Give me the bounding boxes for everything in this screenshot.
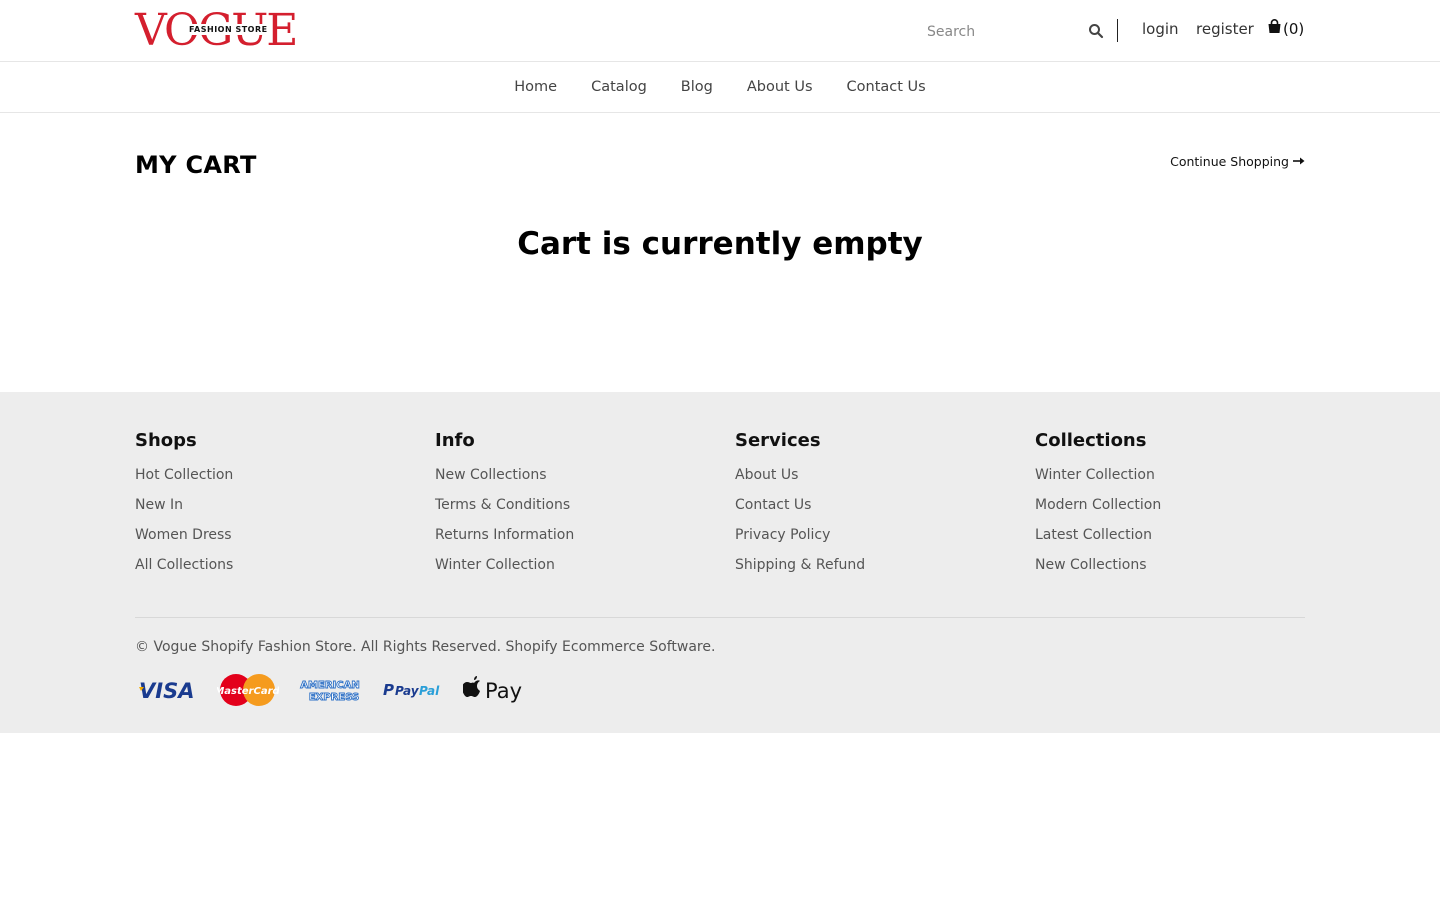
register-link[interactable]: register	[1196, 20, 1254, 38]
search-box	[920, 18, 1110, 46]
login-link[interactable]: login	[1142, 20, 1179, 38]
footer-column-services: Services About Us Contact Us Privacy Pol…	[735, 430, 1035, 585]
mastercard-icon: MasterCard	[217, 672, 279, 708]
nav-about-us[interactable]: About Us	[747, 79, 813, 95]
continue-shopping-link[interactable]: Continue Shopping	[1170, 154, 1305, 169]
footer-column-shops: Shops Hot Collection New In Women Dress …	[135, 430, 435, 585]
brand-logo[interactable]: VOGUE FASHION STORE	[135, 9, 298, 53]
footer-link[interactable]: Shipping & Refund	[735, 555, 1035, 585]
logo-subtitle: FASHION STORE	[185, 24, 272, 35]
page-title: MY CART	[135, 151, 257, 179]
american-express-icon: AMERICAN EXPRESS	[299, 672, 361, 708]
payment-methods: VISA MasterCard AMERICAN EXPRESS P Pay P…	[135, 672, 525, 708]
site-header: VOGUE FASHION STORE login register (0)	[0, 0, 1440, 62]
empty-cart-message: Cart is currently empty	[517, 226, 923, 262]
cart-count: (0)	[1283, 19, 1305, 38]
search-icon[interactable]	[1088, 23, 1104, 39]
footer-link[interactable]: Modern Collection	[1035, 495, 1335, 525]
visa-icon: VISA	[135, 672, 197, 708]
footer-link[interactable]: Women Dress	[135, 525, 435, 555]
apple-pay-icon: Pay	[463, 672, 525, 708]
cart-section: MY CART Continue Shopping Cart is curren…	[0, 113, 1440, 392]
nav-blog[interactable]: Blog	[681, 79, 713, 95]
svg-text:Pay: Pay	[485, 679, 522, 703]
footer-link[interactable]: Latest Collection	[1035, 525, 1335, 555]
paypal-icon: P Pay Pal	[381, 672, 443, 708]
footer-heading: Info	[435, 430, 475, 451]
site-footer: Shops Hot Collection New In Women Dress …	[0, 392, 1440, 733]
footer-columns: Shops Hot Collection New In Women Dress …	[135, 430, 1335, 585]
main-nav: Home Catalog Blog About Us Contact Us	[0, 62, 1440, 113]
footer-column-collections: Collections Winter Collection Modern Col…	[1035, 430, 1335, 585]
svg-text:Pal: Pal	[419, 684, 440, 698]
footer-column-info: Info New Collections Terms & Conditions …	[435, 430, 735, 585]
copyright-text: © Vogue Shopify Fashion Store. All Right…	[135, 639, 716, 655]
svg-text:MasterCard: MasterCard	[217, 686, 279, 697]
footer-link[interactable]: Terms & Conditions	[435, 495, 735, 525]
header-divider	[1117, 19, 1118, 42]
footer-link[interactable]: Privacy Policy	[735, 525, 1035, 555]
footer-link[interactable]: Hot Collection	[135, 465, 435, 495]
nav-catalog[interactable]: Catalog	[591, 79, 647, 95]
footer-link[interactable]: About Us	[735, 465, 1035, 495]
svg-text:P: P	[383, 681, 394, 699]
footer-link[interactable]: New Collections	[435, 465, 735, 495]
footer-link[interactable]: Winter Collection	[1035, 465, 1335, 495]
cart-link[interactable]: (0)	[1267, 19, 1304, 38]
arrow-right-icon	[1293, 154, 1305, 169]
svg-text:VISA: VISA	[139, 679, 194, 702]
footer-link[interactable]: Winter Collection	[435, 555, 735, 585]
nav-contact-us[interactable]: Contact Us	[847, 79, 926, 95]
footer-heading: Shops	[135, 430, 197, 451]
svg-text:Pay: Pay	[395, 684, 420, 698]
svg-text:EXPRESS: EXPRESS	[309, 692, 359, 703]
footer-link[interactable]: Returns Information	[435, 525, 735, 555]
nav-home[interactable]: Home	[514, 79, 557, 95]
footer-link[interactable]: All Collections	[135, 555, 435, 585]
search-input[interactable]	[920, 18, 1080, 46]
footer-divider	[135, 617, 1305, 618]
shopping-bag-icon	[1267, 19, 1283, 38]
continue-shopping-label: Continue Shopping	[1170, 154, 1289, 169]
footer-link[interactable]: New Collections	[1035, 555, 1335, 585]
svg-text:AMERICAN: AMERICAN	[300, 680, 359, 691]
footer-heading: Collections	[1035, 430, 1147, 451]
footer-link[interactable]: Contact Us	[735, 495, 1035, 525]
footer-heading: Services	[735, 430, 821, 451]
footer-link[interactable]: New In	[135, 495, 435, 525]
